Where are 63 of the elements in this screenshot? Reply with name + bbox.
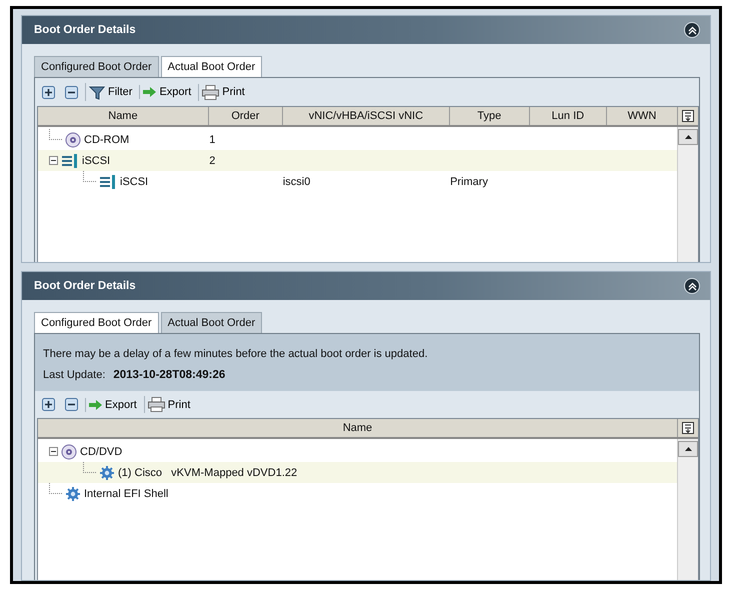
tab[interactable]: Configured Boot Order <box>34 56 159 77</box>
funnel-icon <box>89 84 105 100</box>
column-header[interactable]: Type <box>450 107 530 125</box>
item-name: Internal EFI Shell <box>84 488 168 500</box>
tab[interactable]: Actual Boot Order <box>160 312 262 334</box>
tree-row[interactable]: (1) Cisco vKVM-Mapped vDVD1.22 <box>38 462 677 484</box>
expand-button[interactable] <box>39 84 58 100</box>
tree-toggle[interactable] <box>49 156 58 165</box>
gear-icon <box>65 486 81 502</box>
column-header[interactable]: Order <box>208 107 283 125</box>
double-chevron-icon <box>688 26 696 34</box>
arrow-icon <box>89 400 102 410</box>
last-update-label: Last Update: <box>43 369 106 382</box>
column-header[interactable]: Lun ID <box>530 107 607 125</box>
table-cell: Primary <box>450 176 488 188</box>
export-button[interactable]: Export <box>85 398 140 412</box>
collapse-button[interactable] <box>62 397 81 412</box>
item-name: CD-ROM <box>84 134 130 146</box>
item-name: CD/DVD <box>80 446 122 458</box>
minus-icon <box>65 398 78 412</box>
tree-toggle[interactable] <box>49 447 58 456</box>
scrollbar[interactable] <box>677 439 698 580</box>
column-chooser-icon <box>682 422 694 434</box>
item-name: iSCSI <box>82 154 110 166</box>
print-button[interactable]: Print <box>198 84 248 100</box>
tree-row[interactable]: iSCSI 2 <box>38 150 677 171</box>
panel-title: Boot Order Details <box>34 280 136 292</box>
column-header[interactable]: vNIC/vHBA/iSCSI vNIC <box>282 107 450 125</box>
up-arrow-icon <box>684 447 692 452</box>
minus-icon <box>50 157 57 164</box>
filter-button[interactable]: Filter <box>85 83 136 101</box>
item-name: (1) Cisco vKVM-Mapped vDVD1.22 <box>118 466 298 479</box>
plus-icon <box>42 86 55 98</box>
table-cell: iscsi0 <box>282 176 310 188</box>
up-arrow-icon <box>684 135 692 139</box>
column-header[interactable]: Name <box>38 107 209 125</box>
collapse-button[interactable] <box>684 278 700 294</box>
disc-icon <box>65 132 81 148</box>
storage-icon <box>61 152 79 168</box>
double-chevron-icon <box>688 282 696 291</box>
collapse-button[interactable] <box>684 22 700 38</box>
printer-icon <box>148 397 165 412</box>
expand-button[interactable] <box>39 397 58 412</box>
arrow-icon <box>143 87 156 97</box>
tab[interactable]: Configured Boot Order <box>34 312 159 334</box>
disc-icon <box>61 444 77 460</box>
printer-icon <box>202 84 220 100</box>
column-chooser-icon <box>682 110 694 122</box>
gear-icon <box>99 464 115 481</box>
last-update-value: 2013-10-28T08:49:26 <box>113 369 226 382</box>
tab[interactable]: Actual Boot Order <box>160 56 262 77</box>
table-cell: 1 <box>209 134 216 146</box>
storage-icon <box>99 174 117 190</box>
export-button[interactable]: Export <box>139 85 194 99</box>
item-name: iSCSI <box>120 176 148 188</box>
table-cell: 2 <box>209 154 216 166</box>
panel-title: Boot Order Details <box>34 24 136 36</box>
minus-icon <box>65 86 78 98</box>
scrollbar[interactable] <box>677 127 698 262</box>
print-button[interactable]: Print <box>144 396 194 414</box>
plus-icon <box>42 398 55 412</box>
collapse-button[interactable] <box>62 84 81 100</box>
notice-message: There may be a delay of a few minutes before the actual boot order is updated. <box>43 348 429 360</box>
